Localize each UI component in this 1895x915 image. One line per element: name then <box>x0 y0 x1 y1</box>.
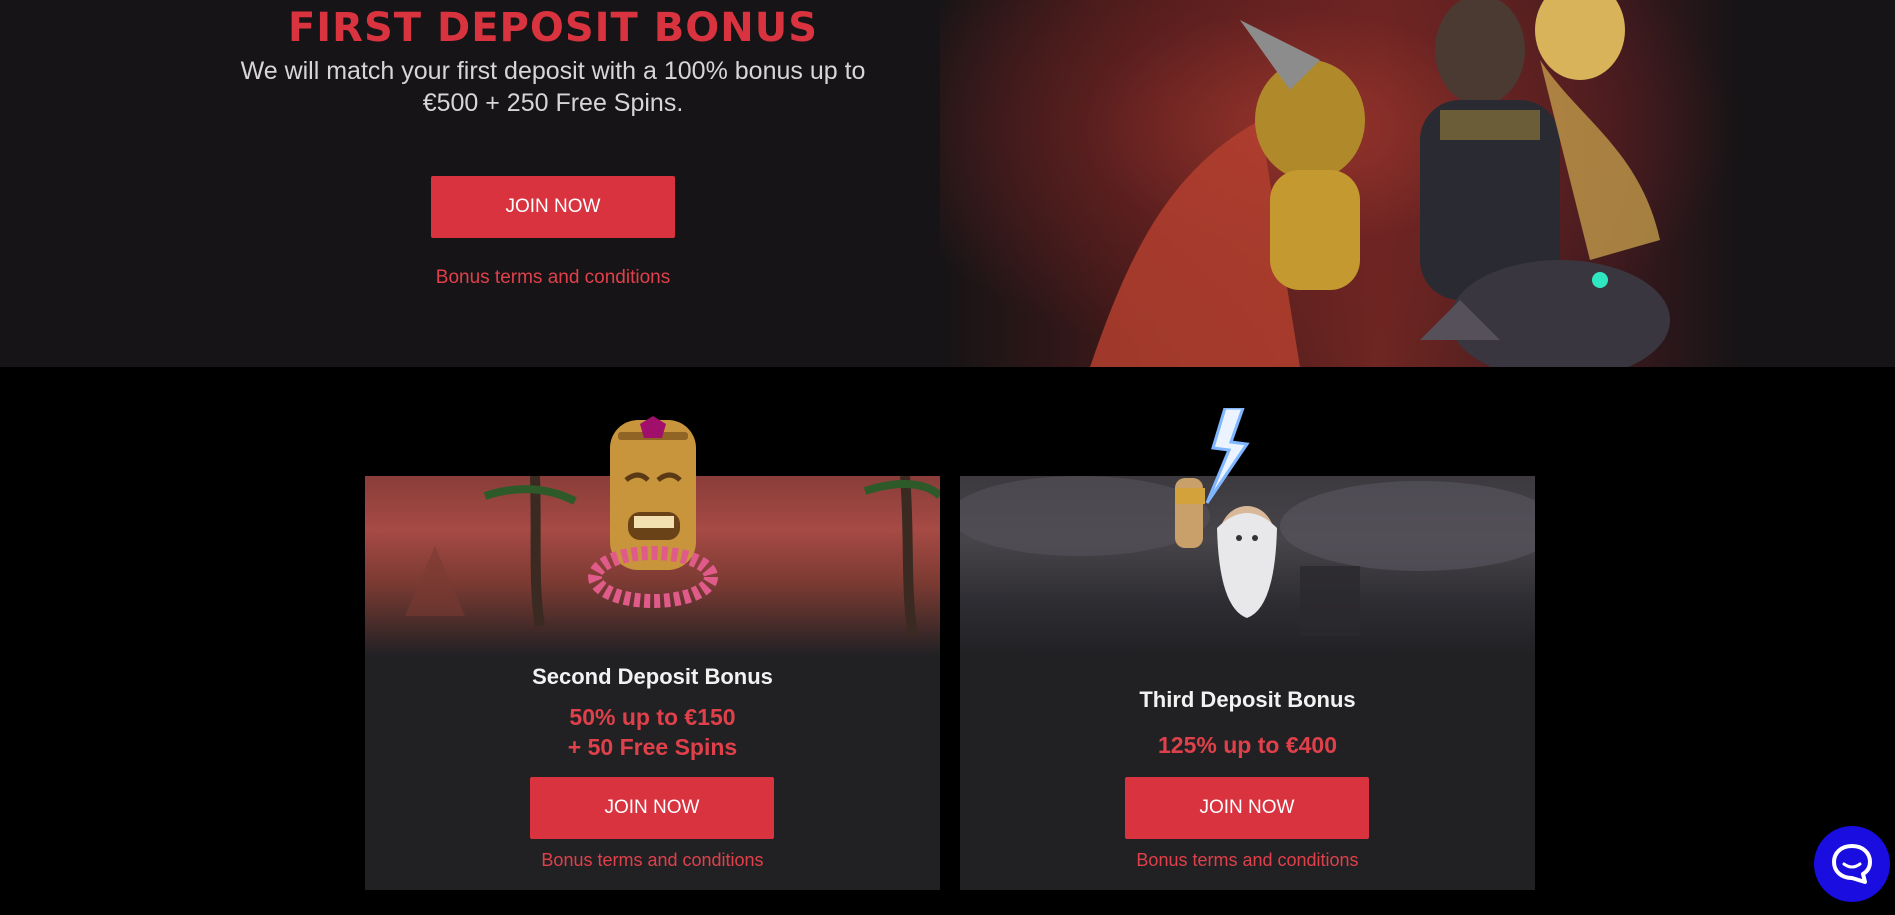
chat-bubble-icon <box>1832 844 1872 884</box>
card-offer-line-2: + 50 Free Spins <box>567 734 738 760</box>
third-deposit-bonus-terms-link[interactable]: Bonus terms and conditions <box>960 850 1535 871</box>
second-deposit-join-now-button[interactable]: JOIN NOW <box>530 777 774 839</box>
hero-bonus-terms-link[interactable]: Bonus terms and conditions <box>403 267 703 289</box>
hero-join-now-button[interactable]: JOIN NOW <box>431 176 675 238</box>
zeus-lightning-icon <box>1155 406 1295 628</box>
card-offer-line-1: 125% up to €400 <box>1158 732 1337 758</box>
third-deposit-join-now-button[interactable]: JOIN NOW <box>1125 777 1369 839</box>
tiki-mask-icon <box>588 412 718 617</box>
hero-title: FIRST DEPOSIT BONUS <box>287 4 819 51</box>
card-title: Third Deposit Bonus <box>1139 687 1356 712</box>
card-offer: 125% up to €400 <box>960 730 1535 760</box>
hero-description: We will match your first deposit with a … <box>240 57 866 117</box>
second-deposit-bonus-terms-link[interactable]: Bonus terms and conditions <box>365 850 940 871</box>
live-chat-button[interactable] <box>1814 826 1890 902</box>
hero-warriors-artwork <box>940 0 1740 367</box>
hero-banner: FIRST DEPOSIT BONUS We will match your f… <box>0 0 1895 367</box>
card-offer: 50% up to €150 + 50 Free Spins <box>365 702 940 762</box>
card-title: Second Deposit Bonus <box>532 664 773 689</box>
card-offer-line-1: 50% up to €150 <box>569 704 736 730</box>
